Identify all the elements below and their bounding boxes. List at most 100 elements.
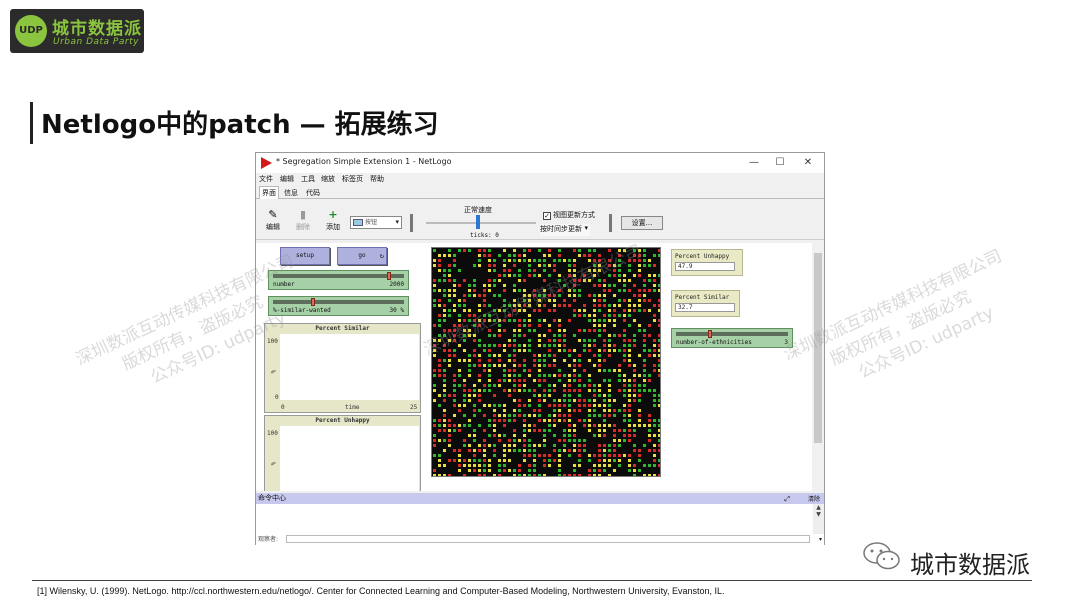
turtle-patch xyxy=(628,314,631,317)
turtle-patch xyxy=(658,339,661,342)
menu-tools[interactable]: 工具 xyxy=(301,174,315,184)
turtle-patch xyxy=(633,399,636,402)
add-button[interactable]: + 添加 xyxy=(322,208,344,232)
window-titlebar[interactable]: * Segregation Simple Extension 1 - NetLo… xyxy=(256,153,824,173)
speed-slider-track[interactable] xyxy=(426,222,536,224)
turtle-patch xyxy=(523,389,526,392)
maximize-button[interactable]: ☐ xyxy=(767,155,793,171)
delete-button[interactable]: ▮ 删除 xyxy=(292,208,314,232)
command-output-scrollbar[interactable]: ▲ ▼ xyxy=(813,504,824,534)
number-of-ethnicities-slider[interactable]: number-of-ethnicities 3 xyxy=(671,328,793,348)
turtle-patch xyxy=(653,264,656,267)
widget-type-select[interactable]: 按钮 ▾ xyxy=(350,216,402,229)
number-slider[interactable]: number 2000 xyxy=(268,270,409,290)
scrollbar-thumb[interactable] xyxy=(814,253,822,443)
setup-button[interactable]: setup xyxy=(280,247,330,265)
edit-button[interactable]: ✎ 编辑 xyxy=(262,208,284,232)
turtle-patch xyxy=(473,464,476,467)
turtle-patch xyxy=(653,419,656,422)
world-view[interactable] xyxy=(431,247,661,477)
turtle-patch xyxy=(438,424,441,427)
menu-file[interactable]: 文件 xyxy=(259,174,273,184)
turtle-patch xyxy=(433,344,436,347)
turtle-patch xyxy=(518,404,521,407)
slider-knob[interactable] xyxy=(387,272,392,280)
turtle-patch xyxy=(533,389,536,392)
turtle-patch xyxy=(463,439,466,442)
turtle-patch xyxy=(608,319,611,322)
menu-help[interactable]: 帮助 xyxy=(370,174,384,184)
turtle-patch xyxy=(438,314,441,317)
speed-slider-thumb[interactable] xyxy=(476,215,480,229)
turtle-patch xyxy=(458,324,461,327)
turtle-patch xyxy=(468,424,471,427)
settings-button[interactable]: 设置... xyxy=(621,216,663,230)
similar-wanted-slider[interactable]: %-similar-wanted 30 % xyxy=(268,296,409,316)
turtle-patch xyxy=(548,429,551,432)
tab-code[interactable]: 代码 xyxy=(304,187,322,199)
turtle-patch xyxy=(503,349,506,352)
ticks-counter: ticks: 0 xyxy=(470,232,499,239)
turtle-patch xyxy=(608,349,611,352)
menu-edit[interactable]: 编辑 xyxy=(280,174,294,184)
turtle-patch xyxy=(448,429,451,432)
turtle-patch xyxy=(623,314,626,317)
turtle-patch xyxy=(498,459,501,462)
menu-zoom[interactable]: 缩放 xyxy=(321,174,335,184)
command-input[interactable] xyxy=(286,535,810,543)
logo-badge-icon: UDP xyxy=(15,15,47,47)
turtle-patch xyxy=(518,384,521,387)
turtle-patch xyxy=(513,344,516,347)
turtle-patch xyxy=(488,344,491,347)
turtle-patch xyxy=(618,279,621,282)
turtle-patch xyxy=(533,409,536,412)
menu-tabs[interactable]: 标签页 xyxy=(342,174,363,184)
turtle-patch xyxy=(643,284,646,287)
turtle-patch xyxy=(573,369,576,372)
turtle-patch xyxy=(503,464,506,467)
turtle-patch xyxy=(528,339,531,342)
turtle-patch xyxy=(633,444,636,447)
turtle-patch xyxy=(448,289,451,292)
turtle-patch xyxy=(588,469,591,472)
netlogo-window[interactable]: * Segregation Simple Extension 1 - NetLo… xyxy=(255,152,825,545)
turtle-patch xyxy=(513,309,516,312)
go-label: go xyxy=(358,252,366,259)
turtle-patch xyxy=(443,449,446,452)
turtle-patch xyxy=(458,284,461,287)
turtle-patch xyxy=(628,409,631,412)
turtle-patch xyxy=(578,289,581,292)
turtle-patch xyxy=(618,349,621,352)
close-button[interactable]: ✕ xyxy=(795,155,821,171)
interface-scrollbar[interactable] xyxy=(812,243,824,491)
turtle-patch xyxy=(453,394,456,397)
turtle-patch xyxy=(603,359,606,362)
chevron-down-icon[interactable]: ▾ xyxy=(819,536,822,543)
turtle-patch xyxy=(513,289,516,292)
turtle-patch xyxy=(598,264,601,267)
turtle-patch xyxy=(503,424,506,427)
turtle-patch xyxy=(633,254,636,257)
turtle-patch xyxy=(613,344,616,347)
turtle-patch xyxy=(438,369,441,372)
dock-icon[interactable]: ⤢ xyxy=(784,494,790,505)
turtle-patch xyxy=(488,389,491,392)
minimize-button[interactable]: — xyxy=(741,155,767,171)
go-button[interactable]: go ↻ xyxy=(337,247,387,265)
slider-knob[interactable] xyxy=(708,330,713,338)
turtle-patch xyxy=(538,294,541,297)
turtle-patch xyxy=(658,399,661,402)
slider-knob[interactable] xyxy=(311,298,316,306)
tab-info[interactable]: 信息 xyxy=(282,187,300,199)
tab-interface[interactable]: 界面 xyxy=(259,186,279,199)
turtle-patch xyxy=(433,384,436,387)
turtle-patch xyxy=(493,309,496,312)
turtle-patch xyxy=(588,474,591,477)
turtle-patch xyxy=(573,269,576,272)
update-mode-select[interactable]: 按时间步更新 ▾ xyxy=(540,224,590,236)
turtle-patch xyxy=(473,284,476,287)
turtle-patch xyxy=(568,434,571,437)
turtle-patch xyxy=(493,334,496,337)
turtle-patch xyxy=(558,379,561,382)
view-updates-checkbox[interactable]: ✓ 视图更新方式 xyxy=(543,210,595,220)
